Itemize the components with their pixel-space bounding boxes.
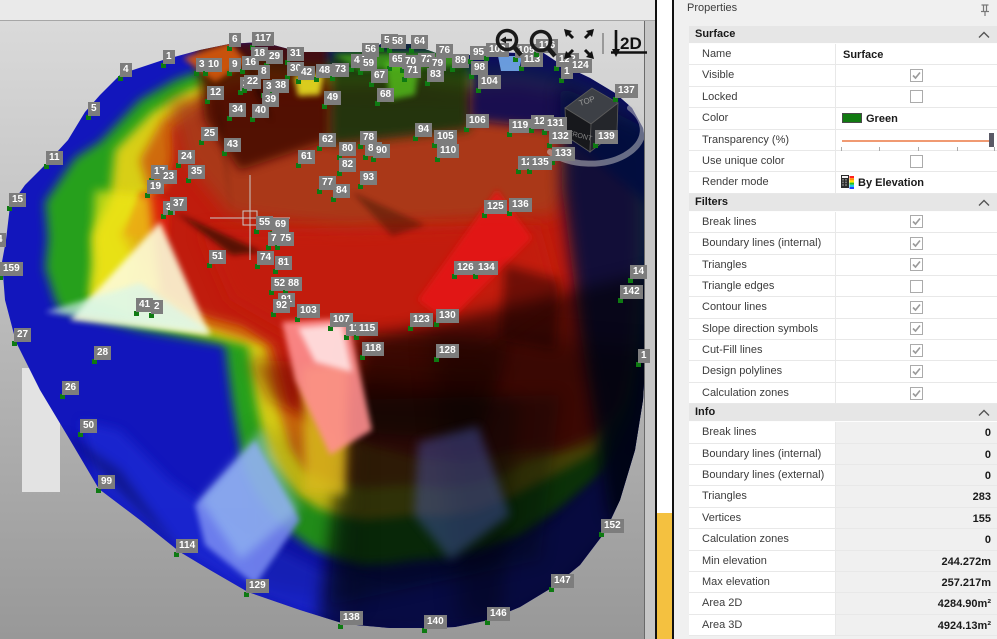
svg-text:2D: 2D	[620, 34, 642, 53]
